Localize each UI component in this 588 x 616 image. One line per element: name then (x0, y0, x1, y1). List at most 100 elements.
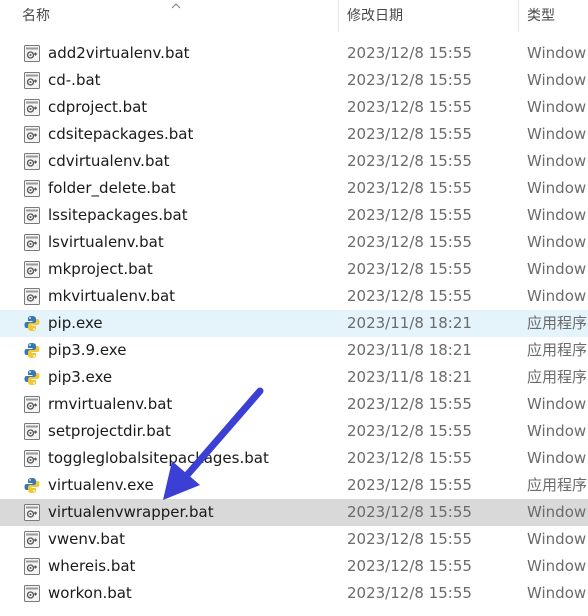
file-name: vwenv.bat (48, 530, 125, 548)
file-row[interactable]: whereis.bat 2023/12/8 15:55 Window (0, 553, 588, 580)
file-name: cdsitepackages.bat (48, 125, 194, 143)
file-row[interactable]: folder_delete.bat 2023/12/8 15:55 Window (0, 175, 588, 202)
column-header-bar: 名称 修改日期 类型 (0, 0, 588, 32)
file-name: mkvirtualenv.bat (48, 287, 176, 305)
file-date: 2023/12/8 15:55 (347, 179, 472, 197)
file-type: Window (527, 287, 587, 305)
file-name: virtualenv.exe (48, 476, 154, 494)
file-name: setprojectdir.bat (48, 422, 171, 440)
bat-file-icon (24, 207, 40, 224)
file-row[interactable]: toggleglobalsitepackages.bat 2023/12/8 15… (0, 445, 588, 472)
file-date: 2023/11/8 18:21 (347, 341, 472, 359)
file-date: 2023/12/8 15:55 (347, 557, 472, 575)
file-type: Window (527, 422, 587, 440)
file-type: Window (527, 530, 587, 548)
python-exe-icon (24, 342, 40, 359)
file-date: 2023/12/8 15:55 (347, 233, 472, 251)
file-row[interactable]: lssitepackages.bat 2023/12/8 15:55 Window (0, 202, 588, 229)
file-name: pip3.9.exe (48, 341, 127, 359)
file-date: 2023/12/8 15:55 (347, 206, 472, 224)
file-name: toggleglobalsitepackages.bat (48, 449, 269, 467)
file-name: pip.exe (48, 314, 103, 332)
file-type: Window (527, 179, 587, 197)
file-row[interactable]: cd-.bat 2023/12/8 15:55 Window (0, 67, 588, 94)
column-header-name[interactable]: 名称 (22, 0, 50, 32)
file-type: Window (527, 44, 587, 62)
file-name: cdvirtualenv.bat (48, 152, 170, 170)
column-divider[interactable] (518, 0, 519, 32)
bat-file-icon (24, 180, 40, 197)
column-header-type[interactable]: 类型 (527, 0, 555, 32)
file-type: 应用程序 (527, 314, 588, 332)
file-row[interactable]: setprojectdir.bat 2023/12/8 15:55 Window (0, 418, 588, 445)
file-row[interactable]: mkproject.bat 2023/12/8 15:55 Window (0, 256, 588, 283)
file-type: Window (527, 260, 587, 278)
file-row[interactable]: pip3.exe 2023/11/8 18:21 应用程序 (0, 364, 588, 391)
file-type: Window (527, 98, 587, 116)
file-row[interactable]: lsvirtualenv.bat 2023/12/8 15:55 Window (0, 229, 588, 256)
file-name: whereis.bat (48, 557, 136, 575)
file-date: 2023/12/8 15:55 (347, 395, 472, 413)
file-row[interactable]: mkvirtualenv.bat 2023/12/8 15:55 Window (0, 283, 588, 310)
file-type: Window (527, 503, 587, 521)
file-date: 2023/12/8 15:55 (347, 44, 472, 62)
file-name: workon.bat (48, 584, 132, 602)
file-date: 2023/12/8 15:55 (347, 503, 472, 521)
file-name: lssitepackages.bat (48, 206, 188, 224)
file-row[interactable]: cdsitepackages.bat 2023/12/8 15:55 Window (0, 121, 588, 148)
file-name: lsvirtualenv.bat (48, 233, 164, 251)
file-date: 2023/12/8 15:55 (347, 449, 472, 467)
bat-file-icon (24, 450, 40, 467)
bat-file-icon (24, 99, 40, 116)
file-row[interactable]: cdvirtualenv.bat 2023/12/8 15:55 Window (0, 148, 588, 175)
file-name: mkproject.bat (48, 260, 153, 278)
file-row[interactable]: cdproject.bat 2023/12/8 15:55 Window (0, 94, 588, 121)
file-list: add2virtualenv.bat 2023/12/8 15:55 Window c… (0, 40, 588, 607)
file-type: 应用程序 (527, 476, 588, 494)
file-type: Window (527, 71, 587, 89)
file-date: 2023/12/8 15:55 (347, 125, 472, 143)
file-type: Window (527, 557, 587, 575)
file-name: cd-.bat (48, 71, 101, 89)
file-date: 2023/12/8 15:55 (347, 530, 472, 548)
file-date: 2023/12/8 15:55 (347, 260, 472, 278)
file-type: Window (527, 206, 587, 224)
bat-file-icon (24, 531, 40, 548)
file-name: cdproject.bat (48, 98, 148, 116)
file-date: 2023/12/8 15:55 (347, 287, 472, 305)
file-date: 2023/12/8 15:55 (347, 98, 472, 116)
python-exe-icon (24, 315, 40, 332)
bat-file-icon (24, 504, 40, 521)
file-date: 2023/12/8 15:55 (347, 71, 472, 89)
file-date: 2023/12/8 15:55 (347, 476, 472, 494)
file-row[interactable]: rmvirtualenv.bat 2023/12/8 15:55 Window (0, 391, 588, 418)
file-row[interactable]: virtualenvwrapper.bat 2023/12/8 15:55 Wind… (0, 499, 588, 526)
file-row[interactable]: add2virtualenv.bat 2023/12/8 15:55 Window (0, 40, 588, 67)
file-date: 2023/12/8 15:55 (347, 584, 472, 602)
file-type: Window (527, 449, 587, 467)
bat-file-icon (24, 126, 40, 143)
python-exe-icon (24, 369, 40, 386)
file-date: 2023/12/8 15:55 (347, 422, 472, 440)
file-date: 2023/11/8 18:21 (347, 314, 472, 332)
file-type: Window (527, 395, 587, 413)
python-exe-icon (24, 477, 40, 494)
file-row[interactable]: vwenv.bat 2023/12/8 15:55 Window (0, 526, 588, 553)
column-divider[interactable] (338, 0, 339, 32)
bat-file-icon (24, 72, 40, 89)
bat-file-icon (24, 558, 40, 575)
file-name: add2virtualenv.bat (48, 44, 190, 62)
bat-file-icon (24, 45, 40, 62)
bat-file-icon (24, 423, 40, 440)
file-type: Window (527, 584, 587, 602)
file-row[interactable]: workon.bat 2023/12/8 15:55 Window (0, 580, 588, 607)
bat-file-icon (24, 396, 40, 413)
file-row[interactable]: pip3.9.exe 2023/11/8 18:21 应用程序 (0, 337, 588, 364)
file-name: folder_delete.bat (48, 179, 176, 197)
column-header-date[interactable]: 修改日期 (347, 0, 403, 32)
sort-ascending-icon[interactable] (171, 2, 181, 10)
file-name: virtualenvwrapper.bat (48, 503, 214, 521)
bat-file-icon (24, 288, 40, 305)
file-row[interactable]: pip.exe 2023/11/8 18:21 应用程序 (0, 310, 588, 337)
file-row[interactable]: virtualenv.exe 2023/12/8 15:55 应用程序 (0, 472, 588, 499)
